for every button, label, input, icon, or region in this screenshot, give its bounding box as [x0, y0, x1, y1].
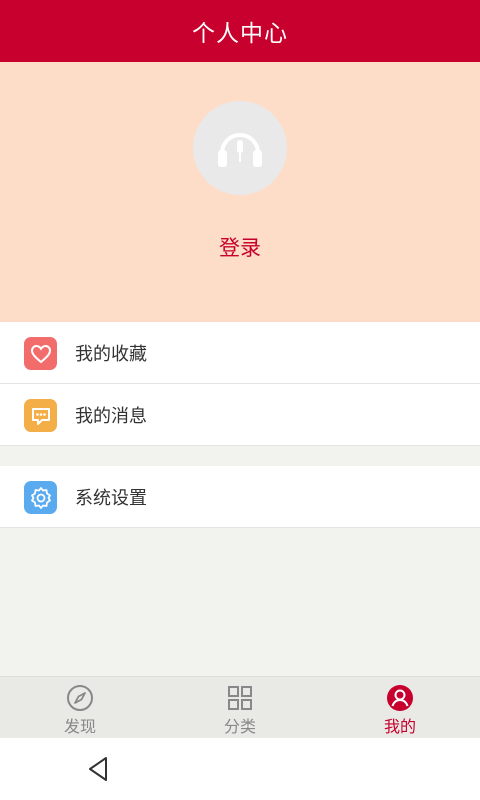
menu-item-label: 我的消息 [75, 405, 147, 427]
menu-item-label: 系统设置 [75, 487, 147, 509]
message-icon [24, 399, 57, 432]
nav-tab-mine[interactable]: 我的 [320, 677, 480, 738]
grid-icon [226, 684, 254, 712]
back-triangle-icon [89, 757, 107, 781]
nav-tab-label: 我的 [383, 717, 416, 736]
nav-tab-label: 分类 [223, 717, 256, 736]
profile-section: 登录 [0, 62, 480, 322]
heart-icon [24, 337, 57, 370]
menu-item-favorites[interactable]: 我的收藏 [0, 322, 480, 384]
menu-item-label: 我的收藏 [75, 343, 147, 365]
user-icon [386, 684, 414, 712]
login-button[interactable]: 登录 [0, 232, 480, 262]
menu-item-messages[interactable]: 我的消息 [0, 384, 480, 446]
nav-tab-category[interactable]: 分类 [160, 677, 320, 738]
menu-item-settings[interactable]: 系统设置 [0, 466, 480, 528]
top-bar: 个人中心 [0, 0, 480, 62]
back-button[interactable] [84, 754, 112, 784]
system-navigation-bar [0, 738, 480, 800]
nav-tab-discover[interactable]: 发现 [0, 677, 160, 738]
menu-group-2: 系统设置 [0, 466, 480, 528]
bottom-navigation: 发现 分类 我的 [0, 676, 480, 738]
nav-tab-label: 发现 [63, 717, 96, 736]
menu-group-1: 我的收藏 我的消息 [0, 322, 480, 446]
gear-icon [24, 481, 57, 514]
compass-icon [66, 684, 94, 712]
headphones-icon [218, 133, 262, 167]
page-title: 个人中心 [192, 21, 288, 47]
avatar[interactable] [193, 101, 287, 195]
